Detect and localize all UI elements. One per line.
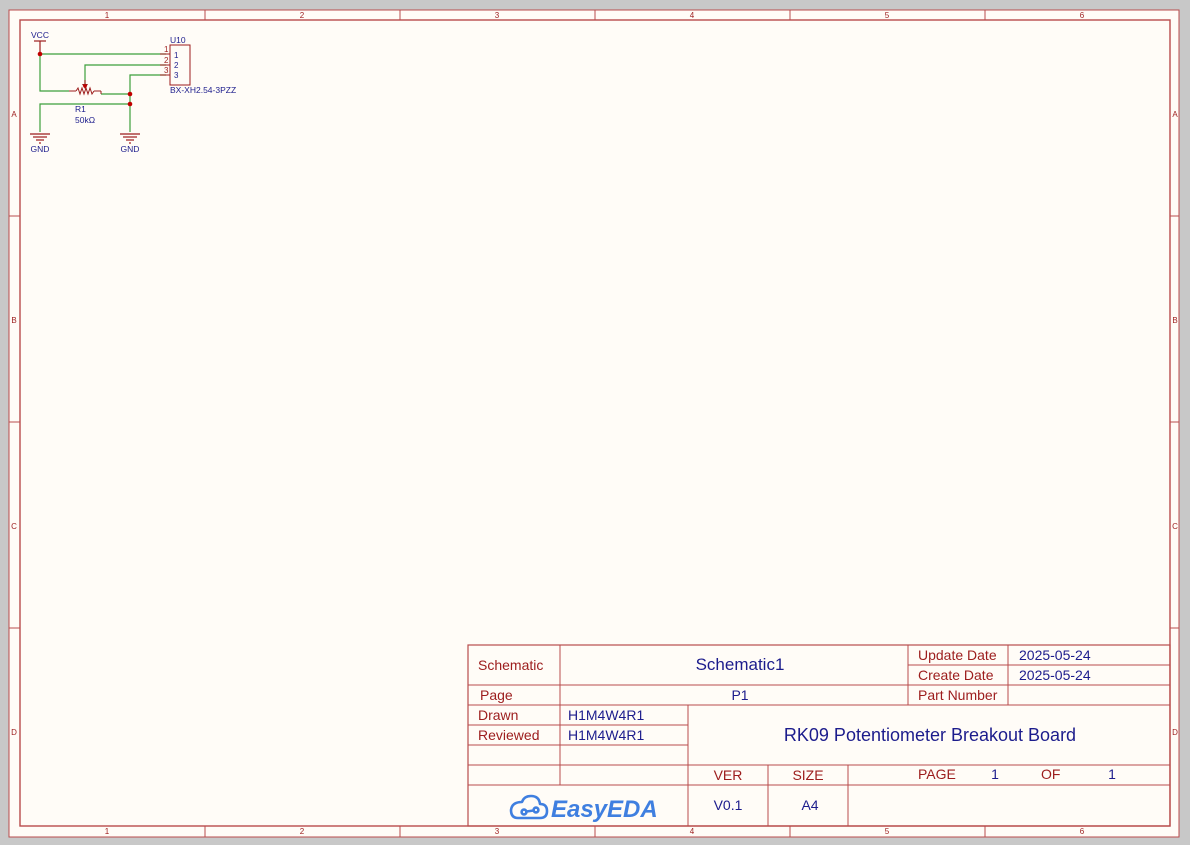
- col-label-top: 4: [690, 11, 695, 20]
- connector-part-name: BX-XH2.54-3PZZ: [170, 85, 236, 95]
- row-label-right: B: [1172, 316, 1177, 325]
- col-label-bottom: 4: [690, 827, 695, 836]
- project-title: RK09 Potentiometer Breakout Board: [784, 725, 1076, 745]
- create-date-value: 2025-05-24: [1019, 667, 1091, 683]
- row-label-right: C: [1172, 522, 1178, 531]
- row-label-right: A: [1172, 110, 1178, 119]
- page-num-label: PAGE: [918, 766, 956, 782]
- schematic-name: Schematic1: [696, 655, 785, 674]
- ver-value: V0.1: [714, 797, 743, 813]
- pin-label: 2: [174, 61, 179, 70]
- size-value: A4: [801, 797, 818, 813]
- pin-label: 3: [174, 71, 179, 80]
- r1-designator: R1: [75, 104, 86, 114]
- vcc-label: VCC: [31, 30, 49, 40]
- page-label: Page: [480, 687, 513, 703]
- update-date-value: 2025-05-24: [1019, 647, 1091, 663]
- row-label-right: D: [1172, 728, 1178, 737]
- junction-dot: [37, 51, 43, 57]
- row-label-left: A: [11, 110, 17, 119]
- logo-text: EasyEDA: [551, 796, 658, 823]
- col-label-top: 2: [300, 11, 305, 20]
- size-label: SIZE: [792, 767, 823, 783]
- connector-designator: U10: [170, 35, 186, 45]
- update-date-label: Update Date: [918, 647, 997, 663]
- junction-dot: [83, 84, 87, 88]
- drawn-label: Drawn: [478, 707, 518, 723]
- gnd-label-left: GND: [31, 144, 50, 154]
- col-label-bottom: 2: [300, 827, 305, 836]
- row-label-left: B: [11, 316, 16, 325]
- row-label-left: D: [11, 728, 17, 737]
- create-date-label: Create Date: [918, 667, 994, 683]
- ver-label: VER: [714, 767, 743, 783]
- pin-number: 2: [164, 56, 169, 65]
- connector-pin-labels: 1 2 3: [174, 51, 179, 80]
- reviewed-by-value: H1M4W4R1: [568, 727, 644, 743]
- pin-label: 1: [174, 51, 179, 60]
- schematic-label: Schematic: [478, 657, 543, 673]
- page-value: P1: [731, 687, 748, 703]
- col-label-top: 1: [105, 11, 110, 20]
- row-label-left: C: [11, 522, 17, 531]
- junction-dot: [127, 91, 133, 97]
- connector-pin-numbers: 1 2 3: [164, 45, 169, 75]
- col-label-top: 5: [885, 11, 890, 20]
- col-label-top: 3: [495, 11, 500, 20]
- gnd-label-right: GND: [121, 144, 140, 154]
- col-label-bottom: 1: [105, 827, 110, 836]
- pin-number: 1: [164, 45, 169, 54]
- of-label: OF: [1041, 766, 1060, 782]
- reviewed-label: Reviewed: [478, 727, 539, 743]
- r1-value: 50kΩ: [75, 115, 95, 125]
- page-total-value: 1: [1108, 766, 1116, 782]
- col-label-bottom: 5: [885, 827, 890, 836]
- page-number-value: 1: [991, 766, 999, 782]
- junction-dot: [127, 101, 133, 107]
- col-label-top: 6: [1080, 11, 1085, 20]
- drawn-by-value: H1M4W4R1: [568, 707, 644, 723]
- pin-number: 3: [164, 66, 169, 75]
- col-label-bottom: 6: [1080, 827, 1085, 836]
- col-label-bottom: 3: [495, 827, 500, 836]
- part-number-label: Part Number: [918, 687, 998, 703]
- schematic-sheet: 1 2 3 4 5 6 1 2 3 4 5 6 A B C D A B C D: [8, 9, 1180, 838]
